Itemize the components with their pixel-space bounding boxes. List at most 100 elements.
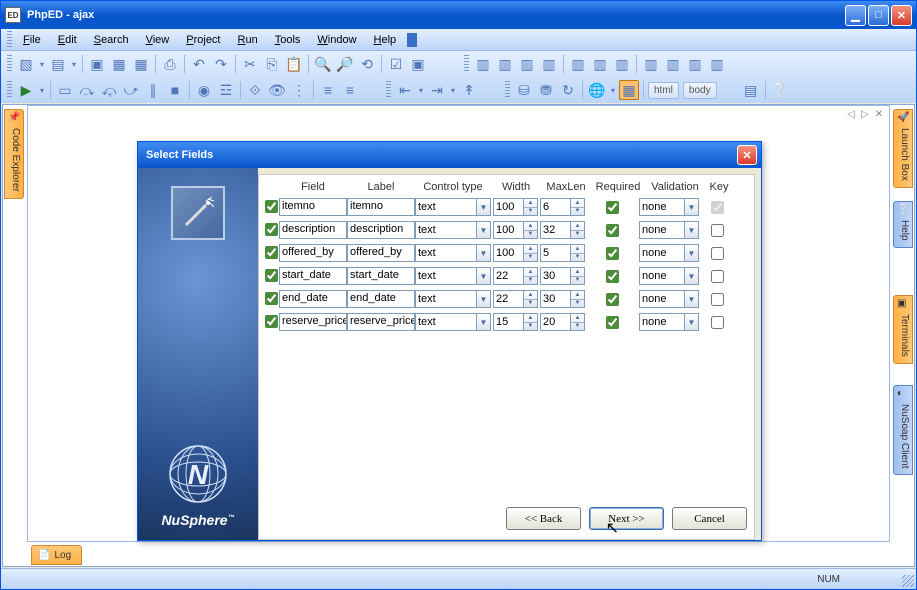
- menu-edit[interactable]: Edit: [50, 32, 85, 48]
- maxlen-input[interactable]: [540, 267, 570, 285]
- dropdown-icon[interactable]: ▼: [684, 221, 699, 239]
- breakpoint-icon[interactable]: ◉: [194, 80, 214, 100]
- control-type-select[interactable]: [415, 244, 476, 262]
- control-type-select[interactable]: [415, 313, 476, 331]
- step-into-icon[interactable]: ⤽: [99, 80, 119, 100]
- panel8-icon[interactable]: ▥: [641, 54, 661, 74]
- key-checkbox[interactable]: [711, 270, 724, 283]
- maxlen-input[interactable]: [540, 290, 570, 308]
- required-checkbox[interactable]: [606, 270, 619, 283]
- panel10-icon[interactable]: ▥: [685, 54, 705, 74]
- grip-icon[interactable]: [7, 55, 12, 73]
- width-spinner[interactable]: ▲▼: [523, 267, 538, 285]
- required-checkbox[interactable]: [606, 224, 619, 237]
- field-name-input[interactable]: end_date: [279, 290, 347, 308]
- maxlen-spinner[interactable]: ▲▼: [570, 267, 585, 285]
- required-checkbox[interactable]: [606, 247, 619, 260]
- maximize-button[interactable]: □: [868, 5, 889, 26]
- redo-icon[interactable]: ↷: [211, 54, 231, 74]
- grip-icon[interactable]: [386, 81, 391, 99]
- eval-icon[interactable]: ⟐: [245, 80, 265, 100]
- dropdown-icon[interactable]: ▼: [684, 313, 699, 331]
- next-tab-icon[interactable]: ▷: [859, 108, 871, 120]
- dropdown-icon[interactable]: ▼: [684, 267, 699, 285]
- include-checkbox[interactable]: [265, 200, 278, 213]
- nav-back-icon[interactable]: ⇤: [395, 80, 415, 100]
- width-spinner[interactable]: ▲▼: [523, 290, 538, 308]
- sidebar-tab-terminals[interactable]: ▣ Terminals: [893, 295, 913, 364]
- include-checkbox[interactable]: [265, 315, 278, 328]
- panel1-icon[interactable]: ▥: [473, 54, 493, 74]
- menu-file[interactable]: File: [15, 32, 49, 48]
- browse-icon[interactable]: 🌐: [587, 80, 607, 100]
- validation-select[interactable]: [639, 267, 684, 285]
- dropdown-icon[interactable]: ▾: [38, 60, 46, 69]
- bottom-tab-log[interactable]: 📄 Log: [31, 545, 82, 565]
- include-checkbox[interactable]: [265, 223, 278, 236]
- panel7-icon[interactable]: ▥: [612, 54, 632, 74]
- run-icon[interactable]: ▶: [16, 80, 36, 100]
- maxlen-spinner[interactable]: ▲▼: [570, 290, 585, 308]
- watch-icon[interactable]: 👁: [267, 80, 287, 100]
- dropdown-icon[interactable]: ▼: [476, 313, 491, 331]
- maxlen-input[interactable]: [540, 221, 570, 239]
- print-icon[interactable]: ⎙: [160, 54, 180, 74]
- field-name-input[interactable]: itemno: [279, 198, 347, 216]
- panel9-icon[interactable]: ▥: [663, 54, 683, 74]
- control-type-select[interactable]: [415, 221, 476, 239]
- maxlen-spinner[interactable]: ▲▼: [570, 313, 585, 331]
- cut-icon[interactable]: ✂: [240, 54, 260, 74]
- grip-icon[interactable]: [505, 81, 510, 99]
- validation-select[interactable]: [639, 198, 684, 216]
- field-name-input[interactable]: start_date: [279, 267, 347, 285]
- label-input[interactable]: start_date: [347, 267, 415, 285]
- key-checkbox[interactable]: [711, 293, 724, 306]
- dropdown-icon[interactable]: ▼: [476, 221, 491, 239]
- cancel-button[interactable]: Cancel: [672, 507, 747, 530]
- field-name-input[interactable]: reserve_price: [279, 313, 347, 331]
- maxlen-input[interactable]: [540, 313, 570, 331]
- label-input[interactable]: description: [347, 221, 415, 239]
- label-input[interactable]: reserve_price: [347, 313, 415, 331]
- breakpoints-list-icon[interactable]: ☲: [216, 80, 236, 100]
- open-icon[interactable]: ▣: [87, 54, 107, 74]
- maxlen-spinner[interactable]: ▲▼: [570, 221, 585, 239]
- debug-icon[interactable]: ▭: [55, 80, 75, 100]
- menu-view[interactable]: View: [138, 32, 178, 48]
- required-checkbox[interactable]: [606, 293, 619, 306]
- callstack-icon[interactable]: ⋮: [289, 80, 309, 100]
- outline-icon[interactable]: ▤: [741, 80, 761, 100]
- new-project-icon[interactable]: ▤: [48, 54, 68, 74]
- back-button[interactable]: << Back: [506, 507, 581, 530]
- settings-icon[interactable]: ☑: [386, 54, 406, 74]
- key-checkbox[interactable]: [711, 247, 724, 260]
- required-checkbox[interactable]: [606, 201, 619, 214]
- field-name-input[interactable]: description: [279, 221, 347, 239]
- field-name-input[interactable]: offered_by: [279, 244, 347, 262]
- key-checkbox[interactable]: [711, 201, 724, 214]
- breadcrumb-item[interactable]: html: [648, 82, 679, 99]
- menu-window[interactable]: Window: [309, 32, 364, 48]
- validation-select[interactable]: [639, 313, 684, 331]
- menu-search[interactable]: Search: [86, 32, 137, 48]
- required-checkbox[interactable]: [606, 316, 619, 329]
- sidebar-tab-nusoap[interactable]: ◐ NuSoap Client: [893, 385, 913, 475]
- dropdown-icon[interactable]: ▼: [476, 267, 491, 285]
- validation-select[interactable]: [639, 244, 684, 262]
- include-checkbox[interactable]: [265, 269, 278, 282]
- pause-icon[interactable]: ∥: [143, 80, 163, 100]
- menu-project[interactable]: Project: [178, 32, 228, 48]
- dropdown-icon[interactable]: ▾: [449, 86, 457, 95]
- width-input[interactable]: [493, 221, 523, 239]
- dropdown-icon[interactable]: ▾: [38, 86, 46, 95]
- step-over-icon[interactable]: ⤼: [77, 80, 97, 100]
- prev-tab-icon[interactable]: ◁: [845, 108, 857, 120]
- key-checkbox[interactable]: [711, 224, 724, 237]
- width-spinner[interactable]: ▲▼: [523, 313, 538, 331]
- db2-icon[interactable]: ⛃: [536, 80, 556, 100]
- panel4-icon[interactable]: ▥: [539, 54, 559, 74]
- maxlen-spinner[interactable]: ▲▼: [570, 244, 585, 262]
- width-spinner[interactable]: ▲▼: [523, 221, 538, 239]
- dropdown-icon[interactable]: ▼: [684, 244, 699, 262]
- stop-icon[interactable]: ■: [165, 80, 185, 100]
